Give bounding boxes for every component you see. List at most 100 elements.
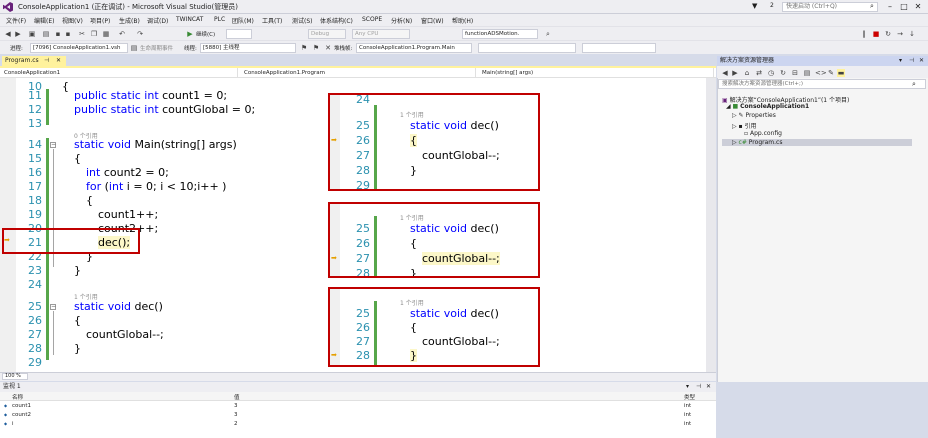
menu-tools[interactable]: 工具(T) — [262, 16, 282, 25]
stack-frame-select[interactable]: ConsoleApplication1.Program.Main — [356, 43, 472, 53]
thread-select[interactable]: [5880] 主线程 — [200, 43, 296, 53]
sync-icon[interactable]: ⇄ — [755, 69, 763, 77]
redo-icon[interactable]: ↷ — [136, 30, 144, 38]
paste-icon[interactable]: ▦ — [102, 30, 110, 38]
config-select[interactable] — [226, 29, 252, 39]
watch-cell-value[interactable]: 2 — [234, 421, 238, 427]
code-line[interactable]: countGlobal--; — [422, 252, 500, 265]
code-line[interactable]: } — [410, 349, 417, 362]
code-line[interactable]: public static int count1 = 0; — [74, 89, 227, 102]
panel-dropdown-icon[interactable]: ▾ — [899, 56, 902, 66]
code-line[interactable]: public static int countGlobal = 0; — [74, 103, 255, 116]
menu-analyze[interactable]: 分析(N) — [391, 16, 412, 25]
tree-item-app-config[interactable]: ▫ App.config — [744, 130, 782, 137]
step-into-icon[interactable]: ↓ — [908, 30, 916, 38]
watch-cell-value[interactable]: 3 — [234, 412, 238, 418]
toggle-flag-icon[interactable]: ⚑ — [312, 44, 320, 52]
continue-button[interactable]: 继续(C) — [196, 30, 215, 38]
pending-changes-icon[interactable]: ◷ — [767, 69, 775, 77]
code-line[interactable]: int count2 = 0; — [86, 166, 169, 179]
configuration-select[interactable]: Debug — [308, 29, 346, 39]
editor-vertical-scrollbar[interactable] — [706, 78, 716, 372]
member-dropdown[interactable]: Main(string[] args) — [478, 68, 714, 78]
code-line[interactable]: count1++; — [98, 208, 158, 221]
lifecycle-icon[interactable]: ▤ — [130, 44, 138, 52]
collapse-region-icon[interactable]: − — [50, 142, 56, 148]
collapse-region-icon[interactable]: − — [50, 304, 56, 310]
menu-test[interactable]: 测试(S) — [292, 16, 313, 25]
forward-nav-icon[interactable]: ▶ — [731, 69, 739, 77]
minimize-button[interactable]: – — [884, 2, 896, 12]
quick-launch-input[interactable]: 快速启动 (Ctrl+Q) — [782, 2, 878, 12]
column-value[interactable]: 值 — [234, 393, 240, 401]
refresh-icon[interactable]: ↻ — [779, 69, 787, 77]
open-icon[interactable]: ▤ — [42, 30, 50, 38]
forward-icon[interactable]: ▶ — [14, 30, 22, 38]
solution-search-icon[interactable]: ⌕ — [912, 80, 916, 89]
extra-select-1[interactable] — [478, 43, 576, 53]
pause-icon[interactable]: ‖ — [860, 30, 868, 38]
tree-item-references[interactable]: ▷ ▪ 引用 — [732, 121, 757, 130]
column-type[interactable]: 类型 — [684, 393, 695, 401]
code-line[interactable]: countGlobal--; — [422, 149, 500, 162]
code-line[interactable]: { — [74, 152, 81, 165]
save-icon[interactable]: ▪ — [54, 30, 62, 38]
watch-dropdown-icon[interactable]: ▾ — [686, 382, 689, 392]
reference-count[interactable]: 1 个引用 — [400, 110, 424, 119]
process-select[interactable]: [7096] ConsoleApplication1.vsh — [30, 43, 128, 53]
filter-icon[interactable]: ▼ — [752, 2, 757, 10]
menu-architecture[interactable]: 体系结构(C) — [320, 16, 353, 25]
menu-debug[interactable]: 调试(D) — [147, 16, 168, 25]
save-all-icon[interactable]: ▪ — [64, 30, 72, 38]
expand-arrow-icon[interactable]: ◢ — [726, 103, 731, 110]
extra-select-2[interactable] — [582, 43, 656, 53]
cut-icon[interactable]: ✂ — [78, 30, 86, 38]
code-line[interactable]: } — [410, 267, 417, 276]
solution-search-input[interactable]: 搜索解决方案资源管理器(Ctrl+;) — [718, 79, 926, 89]
collapse-arrow-icon[interactable]: ▷ — [732, 123, 737, 130]
notification-badge[interactable]: 2 — [770, 2, 774, 9]
show-next-statement-icon[interactable]: → — [896, 30, 904, 38]
watch-cell-name[interactable]: count2 — [12, 412, 31, 418]
watch-cell-name[interactable]: i — [12, 421, 14, 427]
close-button[interactable]: ✕ — [912, 2, 924, 12]
code-line[interactable]: static void dec() — [410, 307, 499, 320]
tree-item-project[interactable]: ◢ ■ ConsoleApplication1 — [726, 103, 809, 110]
menu-window[interactable]: 窗口(W) — [421, 16, 444, 25]
tab-program-cs[interactable]: Program.cs ⊣ ✕ — [2, 56, 66, 66]
watch-pin-icon[interactable]: ⊣ — [696, 382, 701, 392]
properties-icon[interactable]: ✎ — [827, 69, 835, 77]
reference-count[interactable]: 1 个引用 — [400, 298, 424, 307]
code-line[interactable]: { — [410, 321, 417, 334]
code-line[interactable]: static void Main(string[] args) — [74, 138, 237, 151]
glyph-margin[interactable] — [0, 78, 16, 372]
find-box[interactable]: functionADSMotion. — [462, 29, 538, 39]
platform-select[interactable]: Any CPU — [352, 29, 410, 39]
code-line[interactable]: { — [74, 314, 81, 327]
code-line[interactable]: for (int i = 0; i < 10;i++ ) — [86, 180, 226, 193]
flag-thread-icon[interactable]: ⚑ — [300, 44, 308, 52]
home-icon[interactable]: ⌂ — [743, 69, 751, 77]
collapse-arrow-icon[interactable]: ▷ — [732, 139, 737, 146]
menu-file[interactable]: 文件(F) — [6, 16, 26, 25]
code-line[interactable]: static void dec() — [410, 222, 499, 235]
panel-close-icon[interactable]: ✕ — [919, 56, 924, 66]
menu-team[interactable]: 团队(M) — [232, 16, 254, 25]
back-icon[interactable]: ◀ — [4, 30, 12, 38]
copy-icon[interactable]: ❐ — [90, 30, 98, 38]
code-line[interactable]: } — [74, 264, 81, 277]
cancel-flag-icon[interactable]: ✕ — [324, 44, 332, 52]
preview-icon[interactable]: ▬ — [837, 69, 845, 77]
menu-edit[interactable]: 编辑(E) — [34, 16, 54, 25]
menu-scope[interactable]: SCOPE — [362, 16, 382, 23]
code-line[interactable]: } — [410, 164, 417, 177]
menu-project[interactable]: 项目(P) — [90, 16, 110, 25]
find-in-files-icon[interactable]: ⌕ — [544, 30, 552, 38]
code-line[interactable]: countGlobal--; — [422, 335, 500, 348]
menu-view[interactable]: 视图(V) — [62, 16, 83, 25]
panel-pin-icon[interactable]: ⊣ — [909, 56, 914, 66]
tree-item-program-cs[interactable]: ▷ c# Program.cs — [722, 139, 912, 146]
menu-plc[interactable]: PLC — [214, 16, 225, 23]
new-project-icon[interactable]: ▣ — [28, 30, 36, 38]
reference-count-dec[interactable]: 1 个引用 — [74, 292, 98, 301]
